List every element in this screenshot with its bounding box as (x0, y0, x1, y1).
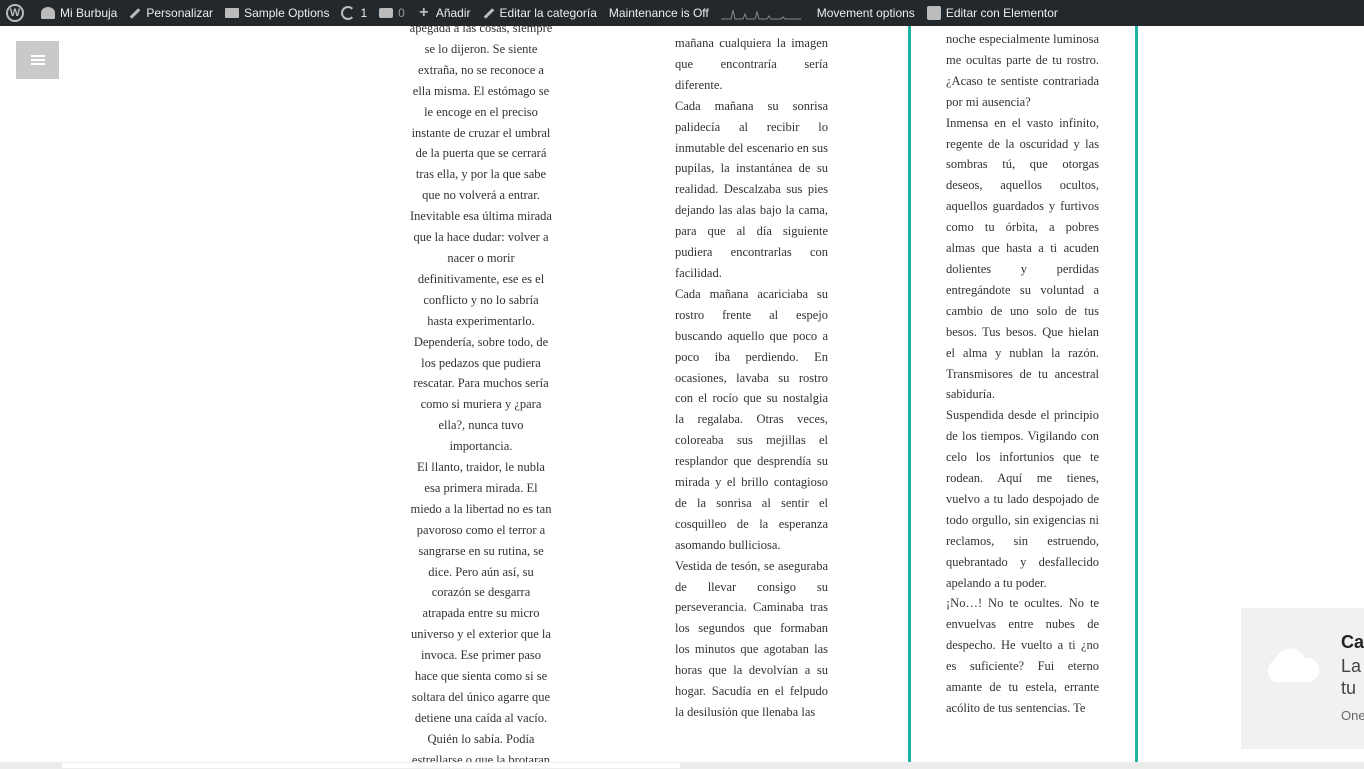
column-1-line: miedo a la libertad no es tan (410, 501, 552, 516)
toast-source: One (1341, 708, 1364, 723)
cloud-icon (1267, 648, 1320, 682)
brush-icon (130, 7, 141, 19)
column-1-line: nacer o morir (447, 250, 515, 265)
column-1-line: conflicto y no lo sabría (423, 292, 539, 307)
stats-sparkline[interactable] (720, 6, 801, 20)
maintenance-link[interactable]: Maintenance is Off (603, 0, 715, 26)
column-1-line: soltara del único agarre que (411, 690, 551, 704)
column-3-paragraph: Inmensa en el vasto infinito, regente de… (946, 115, 1099, 402)
column-3-text: noche especialmente luminosa me ocultas … (946, 29, 1099, 719)
sample-options-label: Sample Options (244, 6, 330, 20)
sample-options-link[interactable]: Sample Options (219, 0, 335, 26)
refresh-icon (341, 6, 356, 20)
customize-link[interactable]: Personalizar (123, 0, 219, 26)
column-1-line: los pedazos que pudiera (421, 355, 541, 370)
column-1-line: que no volverá a entrar. (422, 188, 540, 203)
site-name-link[interactable]: Mi Burbuja (35, 0, 123, 26)
comment-icon (379, 8, 394, 18)
movement-options-link[interactable]: Movement options (811, 0, 921, 26)
column-2-text: mañana cualquiera la imagen que encontra… (675, 33, 828, 723)
site-name-label: Mi Burbuja (60, 6, 118, 20)
column-1-line: tras ella, y por la que sabe (415, 167, 547, 182)
column-1-line: corazón se desgarra (431, 585, 531, 600)
column-2-paragraph: mañana cualquiera la imagen que encontra… (675, 36, 828, 92)
updates-link[interactable]: 1 (335, 0, 373, 26)
column-1-line: pavoroso como el terror a (416, 522, 546, 537)
wordpress-menu[interactable]: W (0, 0, 35, 26)
notification-toast[interactable]: Ca La tu One (1241, 608, 1364, 749)
admin-bar: W Mi Burbuja Personalizar Sample Options… (0, 0, 1364, 26)
column-1-line: esa primera mirada. El (424, 480, 538, 495)
elementor-label: Editar con Elementor (945, 6, 1058, 20)
column-1-line: le encoge en el preciso (424, 104, 538, 119)
column-1-line: se lo dijeron. Se siente (424, 41, 538, 56)
folder-icon (225, 8, 240, 18)
column-1-line: de la puerta que se cerrará (415, 146, 547, 161)
updates-count: 1 (360, 6, 368, 20)
toast-line-1: La (1341, 656, 1362, 676)
dashboard-icon (41, 7, 55, 19)
column-1-line: hace que sienta como si se (414, 669, 548, 684)
column-1-line: universo y el exterior que la (411, 627, 551, 642)
column-1-line: Quién lo sabía. Podía (427, 731, 535, 746)
column-1-line: atrapada entre su micro (422, 606, 540, 621)
column-2-paragraph: Cada mañana su sonrisa palidecía al reci… (675, 98, 828, 280)
column-1-line: invoca. Ese primer paso (420, 648, 542, 663)
column-1-line: ella misma. El estómago se (412, 83, 550, 98)
column-1-line: hasta experimentarlo. (427, 313, 535, 328)
customize-label: Personalizar (146, 6, 214, 20)
column-2-paragraph: Cada mañana acariciaba su rostro frente … (675, 286, 828, 552)
toast-title: Ca (1341, 632, 1364, 652)
column-1-line: Inevitable esa última mirada (410, 209, 552, 224)
column-1-line: instante de cruzar el umbral (411, 125, 551, 140)
column-3-paragraph: noche especialmente luminosa me ocultas … (946, 32, 1099, 109)
column-1-text: apegada a las cosas, siempre se lo dijero… (402, 18, 560, 771)
column-1-line: definitivamente, ese es el (417, 271, 545, 286)
column-1-line: Dependería, sobre todo, de (413, 334, 549, 349)
toast-line-2: tu (1341, 678, 1357, 698)
elementor-link[interactable]: Editar con Elementor (921, 0, 1064, 26)
column-1-line: sangrarse en su rutina, se (418, 543, 544, 558)
column-1-line: rescatar. Para muchos sería (413, 376, 549, 391)
maintenance-label: Maintenance is Off (608, 6, 709, 20)
horizontal-scrollbar[interactable] (0, 762, 1364, 769)
column-1-line: apegada a las cosas, siempre (409, 21, 553, 35)
column-1-line: dice. Pero aún así, su (428, 564, 534, 579)
column-1-line: El llanto, traidor, le nubla (417, 460, 545, 475)
pencil-icon (483, 7, 494, 19)
column-1-line: detiene una caída al vacío. (414, 710, 548, 725)
column-1-line: que la hace dudar: volver a (413, 230, 549, 245)
wordpress-logo-icon: W (6, 4, 24, 22)
hamburger-icon (30, 55, 45, 65)
column-1-line: extraña, no se reconoce a (418, 62, 544, 77)
column-2-paragraph: Vestida de tesón, se aseguraba de llevar… (675, 558, 828, 719)
column-1-line: importancia. (449, 439, 513, 454)
menu-toggle-button[interactable] (16, 41, 59, 79)
elementor-icon (926, 6, 941, 20)
column-3-paragraph: ¡No…! No te ocultes. No te envuelvas ent… (946, 596, 1099, 715)
scrollbar-thumb[interactable] (62, 763, 680, 768)
column-1-line: como si muriera y ¿para (420, 397, 542, 412)
column-3-paragraph: Suspendida desde el principio de los tie… (946, 408, 1099, 590)
movement-options-label: Movement options (816, 6, 915, 20)
column-1-line: ella?, nunca tuvo (438, 418, 524, 433)
